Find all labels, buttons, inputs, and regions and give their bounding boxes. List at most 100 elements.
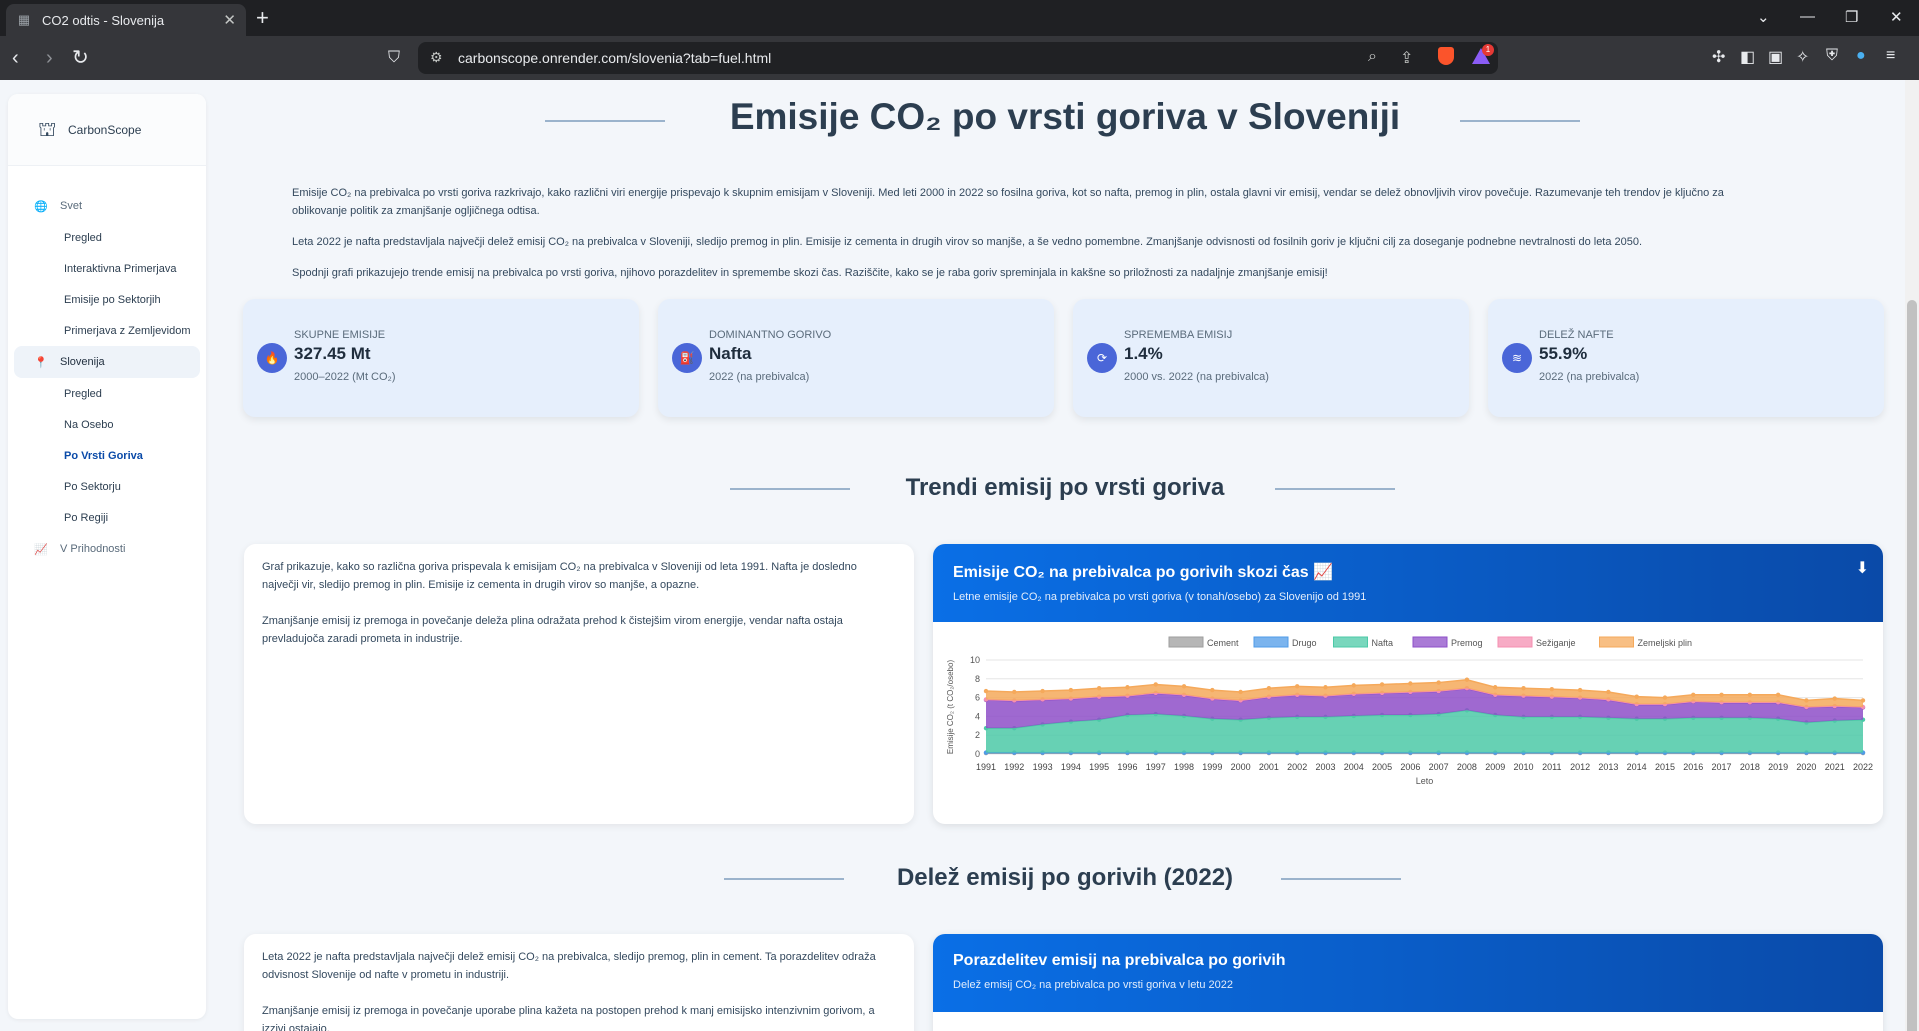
x-tick-label: 2006 <box>1400 762 1420 772</box>
stat-label: DELEŽ NAFTE <box>1539 329 1614 341</box>
scrollbar[interactable] <box>1905 80 1919 1031</box>
sidebar-item-slovenija-pregled[interactable]: Pregled <box>8 378 206 409</box>
profile-icon[interactable]: ● <box>1856 47 1866 65</box>
legend-label: Nafta <box>1372 638 1394 648</box>
browser-tab[interactable]: ▦ CO2 odtis - Slovenija ✕ <box>6 4 246 36</box>
extensions-icon[interactable]: ✣ <box>1712 47 1725 67</box>
data-point <box>1096 686 1102 691</box>
x-tick-label: 2015 <box>1655 762 1675 772</box>
sidebar-item-na-osebo[interactable]: Na Osebo <box>8 409 206 440</box>
fire-icon: 🔥 <box>257 343 287 373</box>
x-tick-label: 2017 <box>1712 762 1732 772</box>
data-point <box>1125 685 1130 690</box>
trend-chart-icon: 📈 <box>34 543 48 556</box>
data-point <box>1493 685 1498 690</box>
sidebar-item-po-vrsti-goriva[interactable]: Po Vrsti Goriva <box>8 440 206 471</box>
leo-ai-icon[interactable]: ✧ <box>1796 47 1809 67</box>
data-point <box>1210 687 1215 693</box>
x-tick-label: 1991 <box>976 762 996 772</box>
x-tick-label: 2001 <box>1259 762 1279 772</box>
data-point <box>1606 689 1611 695</box>
sidebar-toggle-icon[interactable]: ◧ <box>1740 47 1755 67</box>
sidebar-group-svet[interactable]: 🌐 Svet <box>14 190 200 222</box>
browser-toolbar: ‹ › ↻ ⛉ ⚙ carbonscope.onrender.com/slove… <box>0 36 1919 80</box>
maximize-icon[interactable]: ❐ <box>1845 8 1858 26</box>
data-point <box>983 688 989 694</box>
stat-label: DOMINANTNO GORIVO <box>709 329 832 341</box>
forward-icon[interactable]: › <box>46 46 53 70</box>
reload-icon[interactable]: ↻ <box>72 46 89 70</box>
sidebar-item-po-regiji[interactable]: Po Regiji <box>8 502 206 533</box>
menu-icon[interactable]: ≡ <box>1886 47 1895 65</box>
download-icon[interactable]: ⬇ <box>1856 558 1869 578</box>
new-tab-icon[interactable]: + <box>256 6 269 30</box>
minimize-icon[interactable]: — <box>1800 8 1815 25</box>
sidebar-group-slovenija[interactable]: 📍 Slovenija <box>14 346 200 378</box>
y-tick-label: 10 <box>970 655 980 665</box>
data-point <box>1012 689 1017 695</box>
x-tick-label: 1993 <box>1033 762 1053 772</box>
globe-icon: 🌐 <box>34 200 48 213</box>
data-point <box>1068 687 1074 693</box>
bookmark-icon[interactable]: ⛉ <box>388 46 400 70</box>
back-icon[interactable]: ‹ <box>12 46 19 70</box>
tab-search-chevron-icon[interactable]: ⌄ <box>1757 8 1770 26</box>
site-info-icon[interactable]: ⚙ <box>430 49 443 66</box>
url-text: carbonscope.onrender.com/slovenia?tab=fu… <box>458 50 772 66</box>
data-point <box>1323 685 1328 690</box>
web-page: ⛫ CarbonScope 🌐 Svet Pregled Interaktivn… <box>0 80 1905 1031</box>
zoom-icon[interactable]: ⌕ <box>1368 48 1377 66</box>
tab-close-icon[interactable]: ✕ <box>223 11 236 29</box>
sidebar-item-po-sektorju[interactable]: Po Sektorju <box>8 471 206 502</box>
address-bar[interactable]: ⚙ carbonscope.onrender.com/slovenia?tab=… <box>418 42 1498 74</box>
trend-chart-title: Emisije CO₂ na prebivalca po gorivih sko… <box>953 564 1334 581</box>
scrollbar-thumb[interactable] <box>1907 300 1917 1031</box>
x-tick-label: 2008 <box>1457 762 1477 772</box>
data-point <box>1181 684 1187 689</box>
sidebar-item-primerjava-z-zemljevidom[interactable]: Primerjava z Zemljevidom <box>8 315 206 346</box>
stat-card-oil-share: ≋ DELEŽ NAFTE 55.9% 2022 (na prebivalca) <box>1488 299 1884 417</box>
legend-label: Cement <box>1207 638 1239 648</box>
intro-paragraph-1: Emisije CO₂ na prebivalca po vrsti goriv… <box>292 187 1724 217</box>
vpn-icon[interactable]: ⛨ <box>1826 47 1838 65</box>
brave-shields-icon[interactable] <box>1438 47 1454 65</box>
share-text-card: Leta 2022 je nafta predstavljala največj… <box>244 934 914 1031</box>
sync-icon: ⟳ <box>1087 343 1117 373</box>
y-tick-label: 2 <box>975 730 980 740</box>
tab-favicon-icon: ▦ <box>17 12 31 27</box>
stat-card-total-emissions: 🔥 SKUPNE EMISIJE 327.45 Mt 2000–2022 (Mt… <box>243 299 639 417</box>
legend-swatch <box>1497 636 1533 648</box>
layers-icon: ≋ <box>1502 343 1532 373</box>
share-icon[interactable]: ⇪ <box>1400 48 1413 68</box>
x-tick-label: 2002 <box>1287 762 1307 772</box>
x-tick-label: 2019 <box>1768 762 1788 772</box>
stat-value: 1.4% <box>1124 344 1163 363</box>
legend-label: Drugo <box>1292 638 1317 648</box>
x-tick-label: 2007 <box>1429 762 1449 772</box>
sidebar-item-interaktivna-primerjava[interactable]: Interaktivna Primerjava <box>8 253 206 284</box>
stat-sub: 2000 vs. 2022 (na prebivalca) <box>1124 371 1269 383</box>
sidebar-item-emisije-po-sektorjih[interactable]: Emisije po Sektorjih <box>8 284 206 315</box>
intro-paragraph-2: Leta 2022 je nafta predstavljala največj… <box>292 236 1643 248</box>
data-point <box>1719 692 1724 697</box>
x-tick-label: 2005 <box>1372 762 1392 772</box>
x-tick-label: 2011 <box>1542 762 1561 772</box>
tab-title: CO2 odtis - Slovenija <box>42 12 165 28</box>
brand[interactable]: ⛫ CarbonScope <box>8 94 206 166</box>
trend-chart-card: Emisije CO₂ na prebivalca po gorivih sko… <box>933 544 1883 824</box>
data-point <box>1691 692 1696 697</box>
x-tick-label: 2014 <box>1627 762 1647 772</box>
legend-label: Sežiganje <box>1536 638 1576 648</box>
data-point <box>1294 684 1300 689</box>
legend-swatch <box>1168 636 1204 648</box>
stat-label: SPREMEMBA EMISIJ <box>1124 329 1233 341</box>
legend-swatch <box>1253 636 1289 648</box>
sidebar-item-svet-pregled[interactable]: Pregled <box>8 222 206 253</box>
close-window-icon[interactable]: ✕ <box>1890 8 1903 26</box>
wallet-icon[interactable]: ▣ <box>1768 47 1783 67</box>
x-tick-label: 2003 <box>1315 762 1335 772</box>
sidebar-group-v-prihodnosti[interactable]: 📈 V Prihodnosti <box>14 533 200 565</box>
y-tick-label: 8 <box>975 674 980 684</box>
x-tick-label: 2010 <box>1514 762 1534 772</box>
x-tick-label: 2020 <box>1796 762 1816 772</box>
